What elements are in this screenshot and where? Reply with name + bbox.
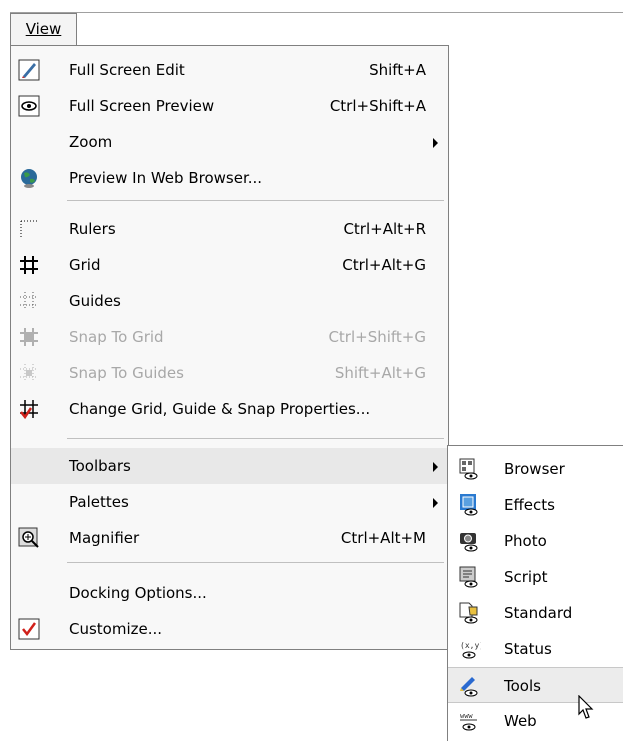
menu-item-docking-options[interactable]: Docking Options...: [11, 575, 448, 611]
submenu-item-tools[interactable]: Tools: [448, 667, 623, 703]
status-icon: (x,y): [456, 636, 482, 662]
submenu-item-script[interactable]: Script: [448, 559, 623, 595]
menu-item-label: Snap To Grid: [69, 328, 164, 346]
full-screen-edit-icon: [17, 58, 41, 82]
menu-item-palettes[interactable]: Palettes: [11, 484, 448, 520]
toolbars-submenu: Browser Effects Photo Script Standard (x…: [447, 445, 623, 741]
eye-icon: [17, 94, 41, 118]
submenu-arrow-icon: [433, 462, 438, 472]
submenu-item-label: Status: [504, 640, 552, 658]
submenu-arrow-icon: [433, 498, 438, 508]
menu-item-rulers[interactable]: Rulers Ctrl+Alt+R: [11, 211, 448, 247]
menu-item-shortcut: Ctrl+Shift+A: [329, 97, 426, 115]
menu-item-full-screen-preview[interactable]: Full Screen Preview Ctrl+Shift+A: [11, 88, 448, 124]
submenu-arrow-icon: [433, 138, 438, 148]
web-icon: www: [456, 708, 482, 734]
menu-item-toolbars[interactable]: Toolbars: [11, 448, 448, 484]
grid-properties-icon: [17, 397, 41, 421]
svg-text:www: www: [460, 712, 473, 720]
snap-grid-icon: [17, 325, 41, 349]
view-menu: Full Screen Edit Shift+A Full Screen Pre…: [10, 45, 449, 650]
submenu-item-label: Browser: [504, 460, 565, 478]
menu-item-label: Toolbars: [69, 457, 131, 475]
menu-item-zoom[interactable]: Zoom: [11, 124, 448, 160]
menu-item-label: Docking Options...: [69, 584, 207, 602]
menu-item-label: Full Screen Edit: [69, 61, 185, 79]
menu-item-snap-to-guides[interactable]: Snap To Guides Shift+Alt+G: [11, 355, 448, 391]
menu-item-grid[interactable]: Grid Ctrl+Alt+G: [11, 247, 448, 283]
globe-icon: [17, 166, 41, 190]
magnifier-icon: [17, 526, 41, 550]
submenu-item-label: Tools: [504, 677, 541, 695]
effects-icon: [456, 492, 482, 518]
menu-item-label: Preview In Web Browser...: [69, 169, 263, 187]
submenu-item-photo[interactable]: Photo: [448, 523, 623, 559]
submenu-item-label: Photo: [504, 532, 547, 550]
browser-icon: [456, 456, 482, 482]
submenu-item-web[interactable]: www Web: [448, 703, 623, 739]
menu-item-customize[interactable]: Customize...: [11, 611, 448, 647]
menu-item-preview-in-web-browser[interactable]: Preview In Web Browser...: [11, 160, 448, 196]
tools-icon: [456, 673, 482, 699]
rulers-icon: [17, 217, 41, 241]
menu-separator: [67, 562, 444, 563]
menu-bar: View: [0, 0, 623, 46]
menu-item-label: Snap To Guides: [69, 364, 184, 382]
menu-item-shortcut: Ctrl+Shift+G: [328, 328, 426, 346]
submenu-item-label: Script: [504, 568, 548, 586]
submenu-item-browser[interactable]: Browser: [448, 451, 623, 487]
menu-view-label: View: [25, 20, 62, 38]
menu-item-label: Magnifier: [69, 529, 140, 547]
submenu-item-label: Standard: [504, 604, 573, 622]
menu-bar-border: [10, 12, 623, 13]
snap-guides-icon: [17, 361, 41, 385]
menu-item-magnifier[interactable]: Magnifier Ctrl+Alt+M: [11, 520, 448, 556]
menu-item-label: Customize...: [69, 620, 163, 638]
menu-item-shortcut: Ctrl+Alt+G: [342, 256, 426, 274]
menu-separator: [67, 438, 444, 439]
menu-item-label: Change Grid, Guide & Snap Properties...: [69, 400, 371, 418]
menu-item-change-grid-properties[interactable]: Change Grid, Guide & Snap Properties...: [11, 391, 448, 427]
svg-text:(x,y): (x,y): [460, 641, 481, 650]
menu-item-shortcut: Ctrl+Alt+M: [340, 529, 426, 547]
menu-item-full-screen-edit[interactable]: Full Screen Edit Shift+A: [11, 52, 448, 88]
grid-icon: [17, 253, 41, 277]
guides-icon: [17, 289, 41, 313]
menu-item-shortcut: Shift+A: [369, 61, 426, 79]
menu-item-guides[interactable]: Guides: [11, 283, 448, 319]
menu-item-label: Full Screen Preview: [69, 97, 215, 115]
submenu-item-standard[interactable]: Standard: [448, 595, 623, 631]
mouse-cursor-icon: [578, 694, 596, 725]
submenu-item-label: Web: [504, 712, 537, 730]
photo-icon: [456, 528, 482, 554]
standard-icon: [456, 600, 482, 626]
checkbox-icon: [17, 617, 41, 641]
submenu-item-label: Effects: [504, 496, 555, 514]
menu-item-shortcut: Ctrl+Alt+R: [343, 220, 426, 238]
submenu-item-effects[interactable]: Effects: [448, 487, 623, 523]
script-icon: [456, 564, 482, 590]
menu-item-label: Grid: [69, 256, 101, 274]
menu-item-snap-to-grid[interactable]: Snap To Grid Ctrl+Shift+G: [11, 319, 448, 355]
menu-item-shortcut: Shift+Alt+G: [334, 364, 426, 382]
menu-view[interactable]: View: [10, 13, 77, 45]
menu-item-label: Guides: [69, 292, 121, 310]
menu-item-label: Rulers: [69, 220, 116, 238]
menu-item-label: Zoom: [69, 133, 113, 151]
submenu-item-status[interactable]: (x,y) Status: [448, 631, 623, 667]
menu-separator: [67, 200, 444, 201]
menu-item-label: Palettes: [69, 493, 129, 511]
